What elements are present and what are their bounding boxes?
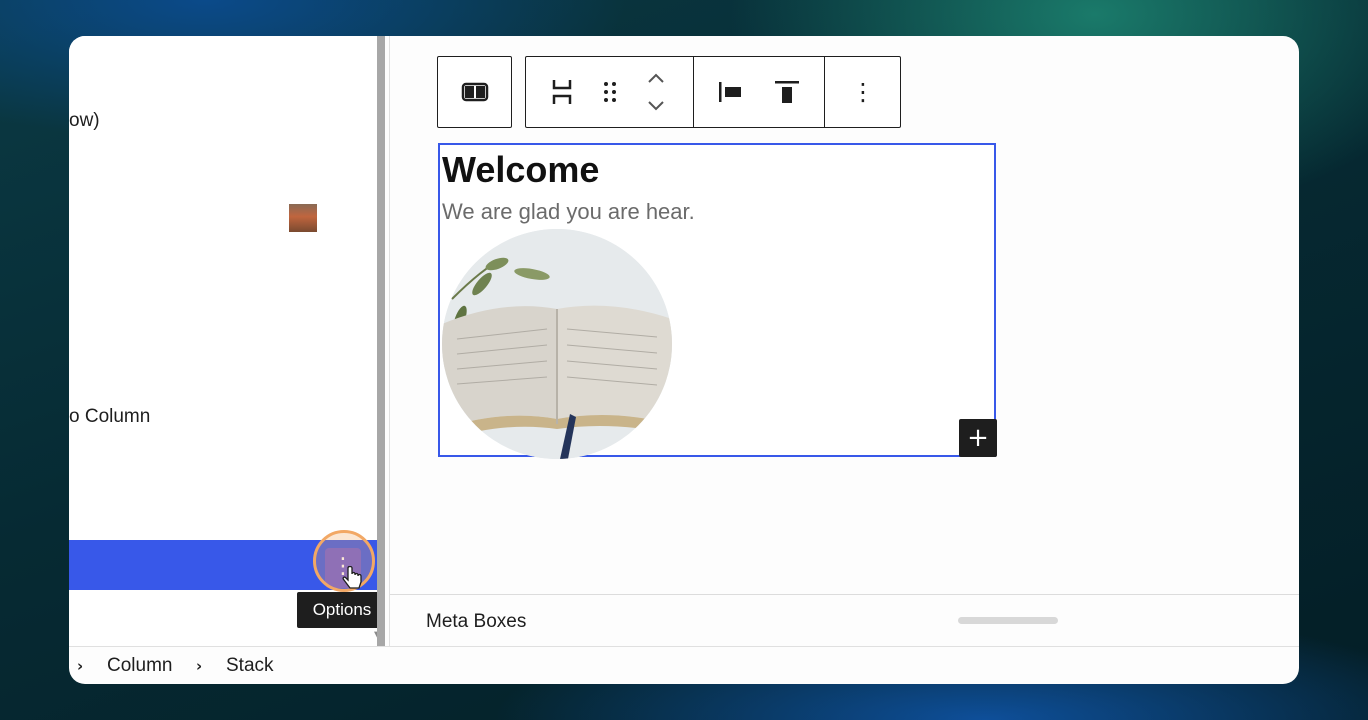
meta-boxes-resize-handle[interactable] bbox=[958, 617, 1058, 624]
footer-divider bbox=[69, 646, 1299, 647]
image-thumbnail bbox=[289, 204, 317, 232]
bible-image[interactable] bbox=[442, 229, 672, 459]
toolbar-separator bbox=[693, 57, 694, 127]
panel-divider bbox=[389, 36, 390, 646]
list-item-row-label[interactable]: ow) bbox=[69, 110, 100, 132]
welcome-paragraph[interactable]: We are glad you are hear. bbox=[442, 199, 695, 225]
toolbar-separator bbox=[824, 57, 825, 127]
breadcrumb-column[interactable]: Column bbox=[107, 655, 172, 677]
list-view-panel: ow) o Column ⋮ Options ▼ bbox=[69, 36, 377, 646]
breadcrumb-stack[interactable]: Stack bbox=[226, 655, 274, 677]
meta-boxes-label[interactable]: Meta Boxes bbox=[426, 611, 526, 633]
stack-transform-icon[interactable] bbox=[540, 57, 584, 127]
columns-block-icon bbox=[438, 57, 511, 127]
justify-left-icon[interactable] bbox=[708, 57, 754, 127]
move-up-down-icon[interactable] bbox=[636, 57, 676, 127]
panel-resize-handle[interactable] bbox=[377, 36, 385, 646]
list-item-column-label[interactable]: o Column bbox=[69, 406, 150, 428]
chevron-right-icon: › bbox=[196, 657, 203, 675]
add-block-button[interactable]: + bbox=[959, 419, 997, 457]
drag-handle-icon[interactable] bbox=[588, 57, 632, 127]
welcome-heading[interactable]: Welcome bbox=[442, 149, 599, 191]
more-options-icon[interactable]: ⋮ bbox=[838, 57, 888, 127]
align-top-icon[interactable] bbox=[764, 57, 810, 127]
options-tooltip: Options bbox=[297, 592, 377, 628]
chevron-right-icon: › bbox=[77, 657, 84, 675]
editor-window: ow) o Column ⋮ Options ▼ bbox=[69, 36, 1299, 684]
block-toolbar: ⋮ bbox=[525, 56, 901, 128]
stack-block[interactable]: Welcome We are glad you are hear. bbox=[438, 143, 996, 459]
block-type-button[interactable] bbox=[437, 56, 512, 128]
meta-boxes-divider bbox=[390, 594, 1299, 595]
